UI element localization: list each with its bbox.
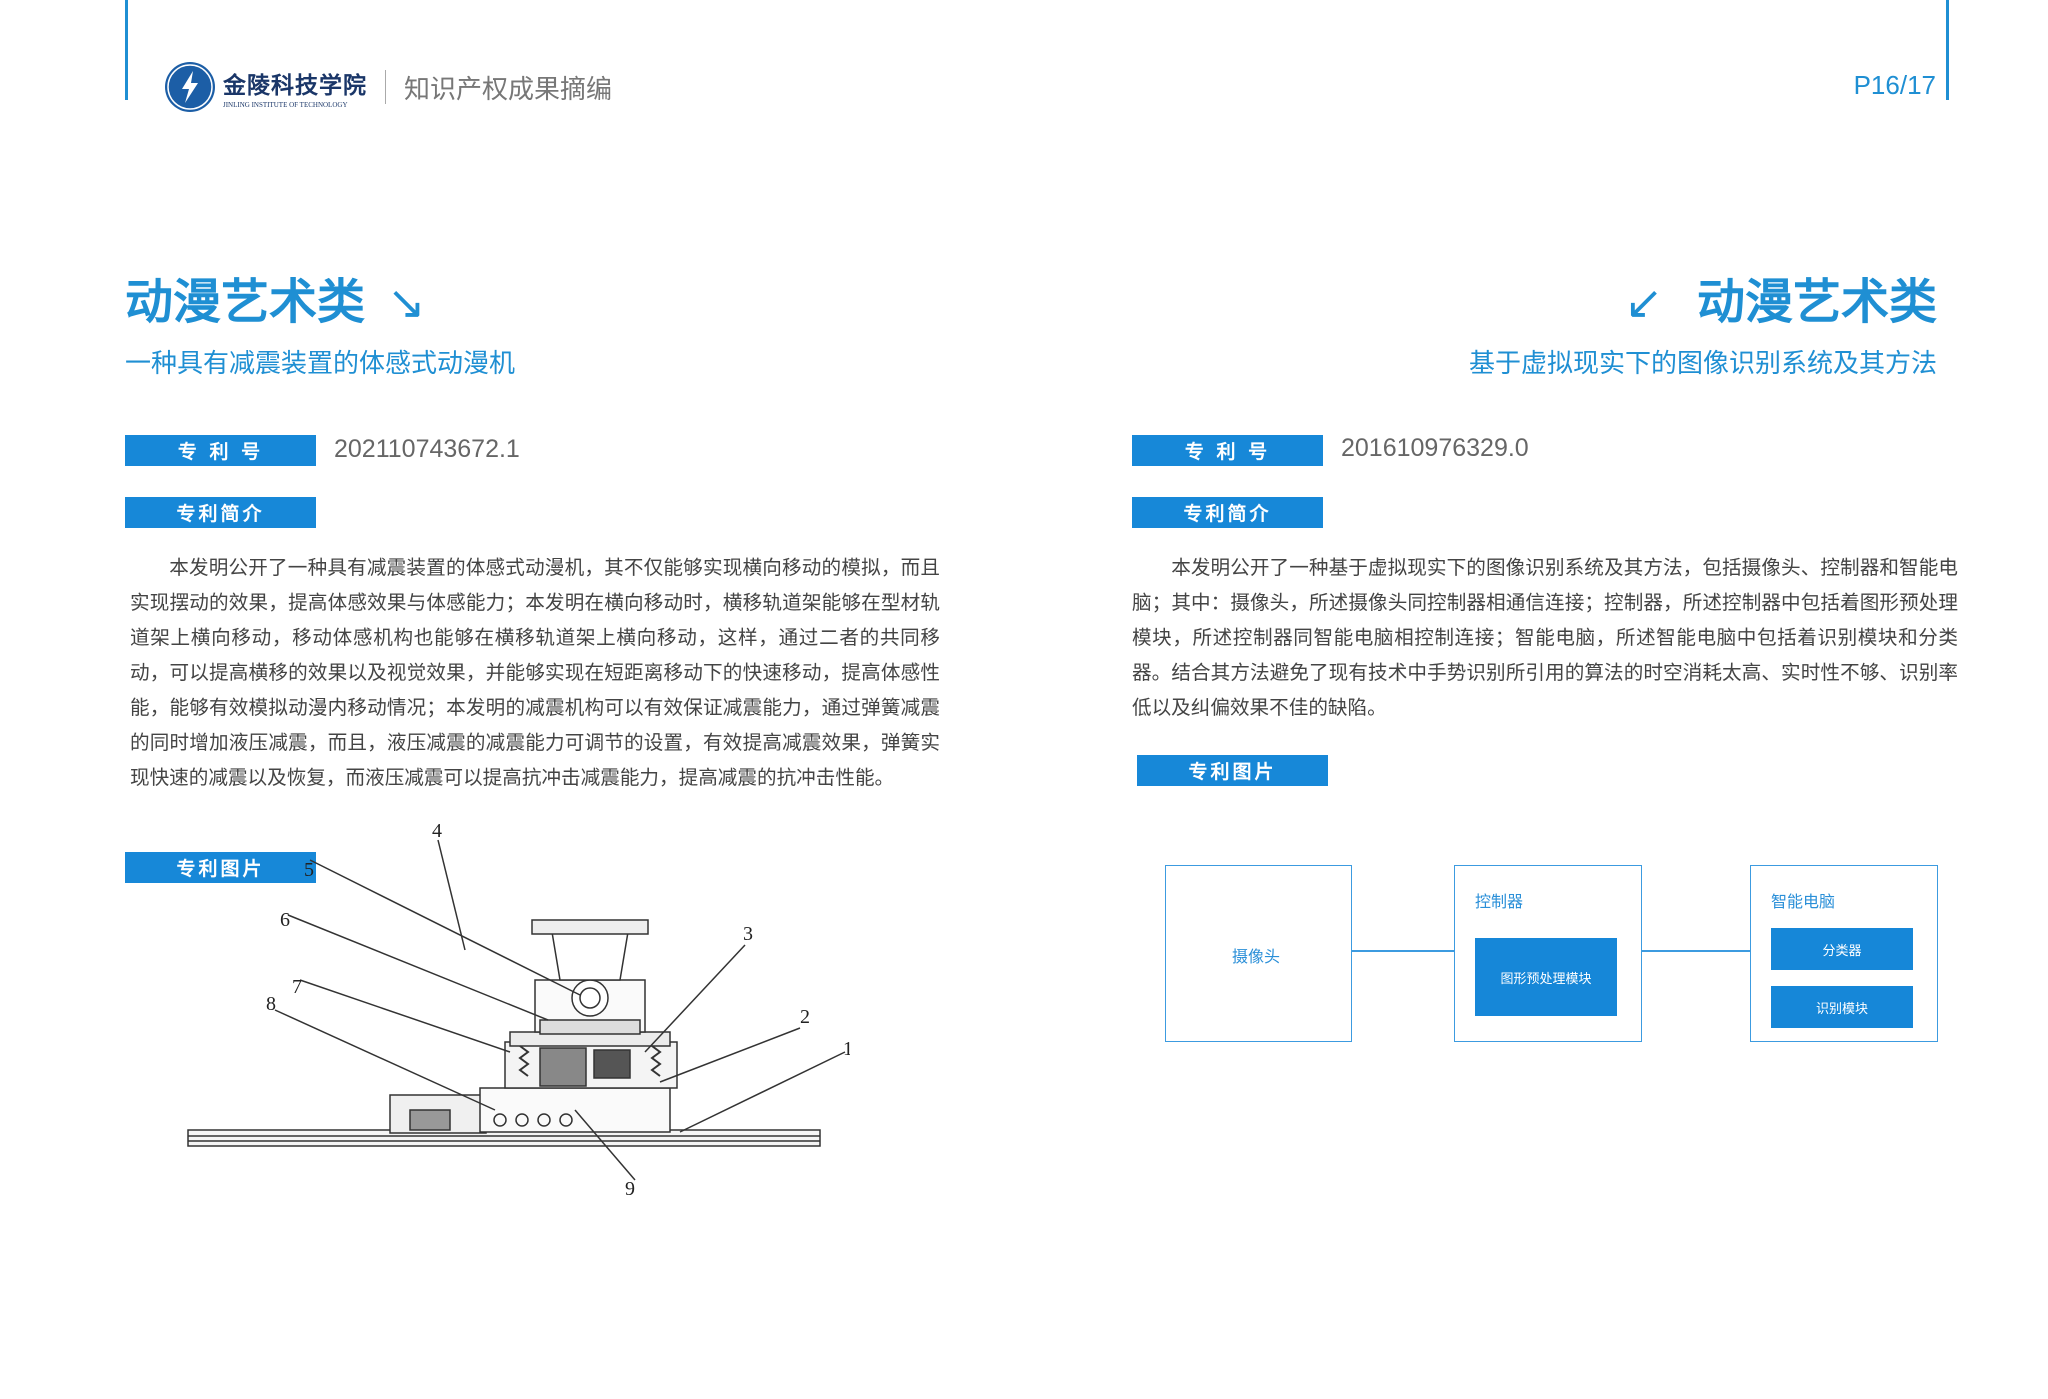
callout-1: 1 — [843, 1038, 850, 1060]
callout-9: 9 — [625, 1178, 635, 1200]
right-figure-tag: 专利图片 — [1137, 755, 1328, 786]
callout-4: 4 — [432, 820, 442, 842]
left-patent-subtitle: 一种具有减震装置的体感式动漫机 — [125, 349, 516, 379]
controller-label: 控制器 — [1475, 892, 1524, 911]
down-right-arrow-icon: ↘ — [387, 275, 426, 329]
computer-box: 智能电脑 分类器 识别模块 — [1750, 865, 1938, 1042]
down-left-arrow-icon: ↙ — [1624, 275, 1663, 329]
connector-camera-controller — [1350, 950, 1454, 952]
right-category-text: 动漫艺术类 — [1696, 274, 1937, 330]
camera-label: 摄像头 — [1232, 947, 1281, 966]
callout-5: 5 — [304, 859, 314, 881]
right-edge-line — [1946, 0, 1949, 100]
logo-english-name: JINLING INSTITUTE OF TECHNOLOGY — [223, 100, 348, 109]
callout-2: 2 — [800, 1006, 810, 1028]
right-intro-text: 本发明公开了一种基于虚拟现实下的图像识别系统及其方法，包括摄像头、控制器和智能电… — [1132, 556, 1958, 719]
preprocess-module: 图形预处理模块 — [1475, 938, 1617, 1016]
left-patent-number: 202110743672.1 — [334, 435, 520, 463]
connector-controller-computer — [1640, 950, 1750, 952]
callout-3: 3 — [743, 923, 753, 945]
left-category-title: 动漫艺术类 ↘ — [125, 272, 426, 332]
callout-6: 6 — [280, 909, 290, 931]
right-intro-tag: 专利简介 — [1132, 497, 1323, 528]
callout-8: 8 — [266, 993, 276, 1015]
logo-chinese-name: 金陵科技学院 — [223, 71, 367, 99]
school-emblem-icon — [165, 62, 215, 112]
header-separator — [385, 70, 386, 104]
recognition-module: 识别模块 — [1771, 986, 1913, 1028]
document-title: 知识产权成果摘编 — [404, 74, 613, 105]
classifier-module: 分类器 — [1771, 928, 1913, 970]
right-patent-number: 201610976329.0 — [1341, 434, 1529, 462]
right-category-title: ↙ 动漫艺术类 — [1624, 272, 1937, 332]
page-number: P16/17 — [1853, 70, 1936, 100]
left-intro-text: 本发明公开了一种具有减震装置的体感式动漫机，其不仅能够实现横向移动的模拟，而且实… — [130, 556, 940, 789]
left-patent-drawing: 1 2 3 4 5 6 7 8 9 — [187, 820, 850, 1200]
right-intro-paragraph: 本发明公开了一种基于虚拟现实下的图像识别系统及其方法，包括摄像头、控制器和智能电… — [1132, 550, 1958, 725]
right-patent-number-tag: 专 利 号 — [1132, 435, 1323, 466]
controller-box: 控制器 图形预处理模块 — [1454, 865, 1642, 1042]
left-intro-tag: 专利简介 — [125, 497, 316, 528]
computer-label: 智能电脑 — [1771, 892, 1836, 911]
callout-7: 7 — [292, 976, 302, 998]
left-intro-paragraph: 本发明公开了一种具有减震装置的体感式动漫机，其不仅能够实现横向移动的模拟，而且实… — [130, 550, 940, 795]
left-edge-line — [125, 0, 128, 100]
header-logo: 金陵科技学院 JINLING INSTITUTE OF TECHNOLOGY 知… — [165, 62, 612, 112]
left-patent-number-tag: 专 利 号 — [125, 435, 316, 466]
left-category-text: 动漫艺术类 — [125, 274, 366, 330]
camera-box: 摄像头 — [1165, 865, 1352, 1042]
right-patent-subtitle: 基于虚拟现实下的图像识别系统及其方法 — [1468, 349, 1937, 379]
